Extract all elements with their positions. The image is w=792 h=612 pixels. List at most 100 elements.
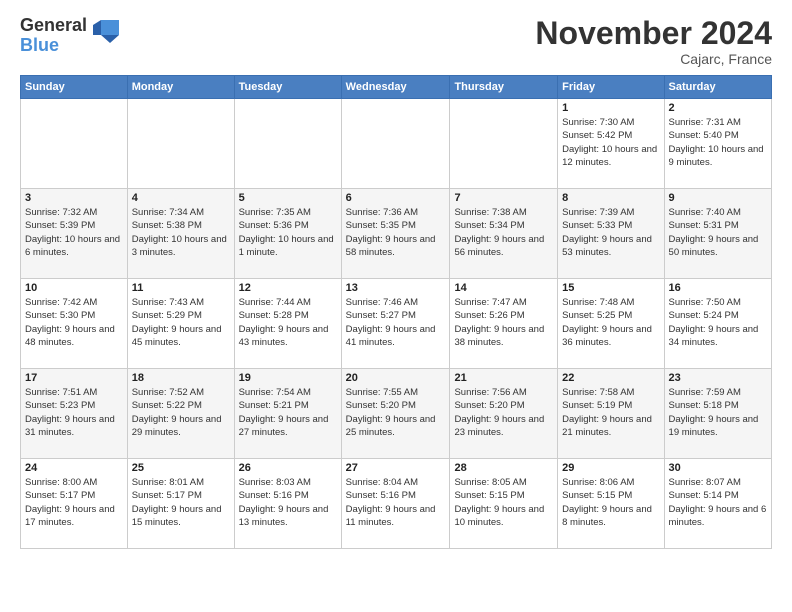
day-number: 8 xyxy=(562,192,659,204)
logo: General Blue xyxy=(20,16,121,56)
day-number: 5 xyxy=(239,192,337,204)
day-number: 7 xyxy=(454,192,553,204)
day-number: 1 xyxy=(562,102,659,114)
calendar-week-row: 24 Sunrise: 8:00 AMSunset: 5:17 PMDayligh… xyxy=(21,459,772,549)
logo-icon xyxy=(91,15,121,45)
day-number: 20 xyxy=(346,372,446,384)
table-row: 1Sunrise: 7:30 AMSunset: 5:42 PMDaylight… xyxy=(558,99,664,189)
table-row: 29 Sunrise: 8:06 AMSunset: 5:15 PMDayligh… xyxy=(558,459,664,549)
day-info: Sunrise: 7:56 AMSunset: 5:20 PMDaylight:… xyxy=(454,386,553,439)
table-row: 30 Sunrise: 8:07 AMSunset: 5:14 PMDayligh… xyxy=(664,459,771,549)
table-row: 9 Sunrise: 7:40 AMSunset: 5:31 PMDaylight… xyxy=(664,189,771,279)
day-info: Sunrise: 8:07 AMSunset: 5:14 PMDaylight:… xyxy=(669,476,767,529)
day-number: 4 xyxy=(132,192,230,204)
day-info: Sunrise: 8:04 AMSunset: 5:16 PMDaylight:… xyxy=(346,476,446,529)
day-info: Sunrise: 8:00 AMSunset: 5:17 PMDaylight:… xyxy=(25,476,123,529)
table-row: 8 Sunrise: 7:39 AMSunset: 5:33 PMDaylight… xyxy=(558,189,664,279)
day-number: 30 xyxy=(669,462,767,474)
table-row xyxy=(341,99,450,189)
table-row: 3 Sunrise: 7:32 AMSunset: 5:39 PMDaylight… xyxy=(21,189,128,279)
day-number: 9 xyxy=(669,192,767,204)
calendar-header-row: Sunday Monday Tuesday Wednesday Thursday… xyxy=(21,76,772,99)
table-row: 12Sunrise: 7:44 AMSunset: 5:28 PMDayligh… xyxy=(234,279,341,369)
day-info: Sunrise: 7:47 AMSunset: 5:26 PMDaylight:… xyxy=(454,296,553,349)
table-row xyxy=(127,99,234,189)
day-info: Sunrise: 7:50 AMSunset: 5:24 PMDaylight:… xyxy=(669,296,767,349)
day-number: 14 xyxy=(454,282,553,294)
table-row: 23 Sunrise: 7:59 AMSunset: 5:18 PMDayligh… xyxy=(664,369,771,459)
table-row: 13 Sunrise: 7:46 AMSunset: 5:27 PMDayligh… xyxy=(341,279,450,369)
day-info: Sunrise: 7:55 AMSunset: 5:20 PMDaylight:… xyxy=(346,386,446,439)
day-info: Sunrise: 7:43 AMSunset: 5:29 PMDaylight:… xyxy=(132,296,230,349)
page: General Blue November 2024 Cajarc, Franc… xyxy=(0,0,792,559)
day-info: Sunrise: 8:01 AMSunset: 5:17 PMDaylight:… xyxy=(132,476,230,529)
calendar-week-row: 10 Sunrise: 7:42 AMSunset: 5:30 PMDayligh… xyxy=(21,279,772,369)
day-number: 11 xyxy=(132,282,230,294)
calendar-week-row: 3 Sunrise: 7:32 AMSunset: 5:39 PMDaylight… xyxy=(21,189,772,279)
day-number: 19 xyxy=(239,372,337,384)
table-row: 16Sunrise: 7:50 AMSunset: 5:24 PMDayligh… xyxy=(664,279,771,369)
day-number: 27 xyxy=(346,462,446,474)
day-info: Sunrise: 7:35 AMSunset: 5:36 PMDaylight:… xyxy=(239,206,337,259)
table-row: 26 Sunrise: 8:03 AMSunset: 5:16 PMDayligh… xyxy=(234,459,341,549)
day-number: 23 xyxy=(669,372,767,384)
table-row: 4 Sunrise: 7:34 AMSunset: 5:38 PMDaylight… xyxy=(127,189,234,279)
day-info: Sunrise: 7:31 AMSunset: 5:40 PMDaylight:… xyxy=(669,116,767,169)
table-row: 14 Sunrise: 7:47 AMSunset: 5:26 PMDayligh… xyxy=(450,279,558,369)
day-number: 3 xyxy=(25,192,123,204)
day-number: 12 xyxy=(239,282,337,294)
day-number: 18 xyxy=(132,372,230,384)
day-number: 13 xyxy=(346,282,446,294)
day-info: Sunrise: 7:34 AMSunset: 5:38 PMDaylight:… xyxy=(132,206,230,259)
table-row: 6 Sunrise: 7:36 AMSunset: 5:35 PMDaylight… xyxy=(341,189,450,279)
day-info: Sunrise: 7:46 AMSunset: 5:27 PMDaylight:… xyxy=(346,296,446,349)
calendar-week-row: 17 Sunrise: 7:51 AMSunset: 5:23 PMDayligh… xyxy=(21,369,772,459)
table-row: 18 Sunrise: 7:52 AMSunset: 5:22 PMDayligh… xyxy=(127,369,234,459)
day-info: Sunrise: 7:51 AMSunset: 5:23 PMDaylight:… xyxy=(25,386,123,439)
table-row: 7 Sunrise: 7:38 AMSunset: 5:34 PMDaylight… xyxy=(450,189,558,279)
day-number: 17 xyxy=(25,372,123,384)
col-sunday: Sunday xyxy=(21,76,128,99)
day-number: 6 xyxy=(346,192,446,204)
day-info: Sunrise: 7:42 AMSunset: 5:30 PMDaylight:… xyxy=(25,296,123,349)
day-number: 22 xyxy=(562,372,659,384)
col-tuesday: Tuesday xyxy=(234,76,341,99)
day-info: Sunrise: 7:58 AMSunset: 5:19 PMDaylight:… xyxy=(562,386,659,439)
header: General Blue November 2024 Cajarc, Franc… xyxy=(20,16,772,67)
table-row: 19Sunrise: 7:54 AMSunset: 5:21 PMDayligh… xyxy=(234,369,341,459)
day-info: Sunrise: 7:48 AMSunset: 5:25 PMDaylight:… xyxy=(562,296,659,349)
table-row: 5 Sunrise: 7:35 AMSunset: 5:36 PMDaylight… xyxy=(234,189,341,279)
table-row: 21Sunrise: 7:56 AMSunset: 5:20 PMDayligh… xyxy=(450,369,558,459)
table-row: 2 Sunrise: 7:31 AMSunset: 5:40 PMDaylight… xyxy=(664,99,771,189)
day-info: Sunrise: 8:05 AMSunset: 5:15 PMDaylight:… xyxy=(454,476,553,529)
day-number: 10 xyxy=(25,282,123,294)
day-info: Sunrise: 7:59 AMSunset: 5:18 PMDaylight:… xyxy=(669,386,767,439)
day-info: Sunrise: 7:32 AMSunset: 5:39 PMDaylight:… xyxy=(25,206,123,259)
col-saturday: Saturday xyxy=(664,76,771,99)
table-row: 27 Sunrise: 8:04 AMSunset: 5:16 PMDayligh… xyxy=(341,459,450,549)
day-number: 24 xyxy=(25,462,123,474)
col-monday: Monday xyxy=(127,76,234,99)
day-info: Sunrise: 7:38 AMSunset: 5:34 PMDaylight:… xyxy=(454,206,553,259)
table-row: 11 Sunrise: 7:43 AMSunset: 5:29 PMDayligh… xyxy=(127,279,234,369)
day-info: Sunrise: 7:40 AMSunset: 5:31 PMDaylight:… xyxy=(669,206,767,259)
table-row xyxy=(234,99,341,189)
day-number: 25 xyxy=(132,462,230,474)
day-info: Sunrise: 7:52 AMSunset: 5:22 PMDaylight:… xyxy=(132,386,230,439)
day-number: 2 xyxy=(669,102,767,114)
day-info: Sunrise: 7:39 AMSunset: 5:33 PMDaylight:… xyxy=(562,206,659,259)
day-info: Sunrise: 7:36 AMSunset: 5:35 PMDaylight:… xyxy=(346,206,446,259)
day-info: Sunrise: 8:03 AMSunset: 5:16 PMDaylight:… xyxy=(239,476,337,529)
col-wednesday: Wednesday xyxy=(341,76,450,99)
day-number: 26 xyxy=(239,462,337,474)
day-info: Sunrise: 8:06 AMSunset: 5:15 PMDaylight:… xyxy=(562,476,659,529)
table-row xyxy=(450,99,558,189)
table-row xyxy=(21,99,128,189)
day-number: 28 xyxy=(454,462,553,474)
col-thursday: Thursday xyxy=(450,76,558,99)
logo-general: General xyxy=(20,15,87,35)
day-number: 29 xyxy=(562,462,659,474)
table-row: 10 Sunrise: 7:42 AMSunset: 5:30 PMDayligh… xyxy=(21,279,128,369)
col-friday: Friday xyxy=(558,76,664,99)
table-row: 24 Sunrise: 8:00 AMSunset: 5:17 PMDayligh… xyxy=(21,459,128,549)
